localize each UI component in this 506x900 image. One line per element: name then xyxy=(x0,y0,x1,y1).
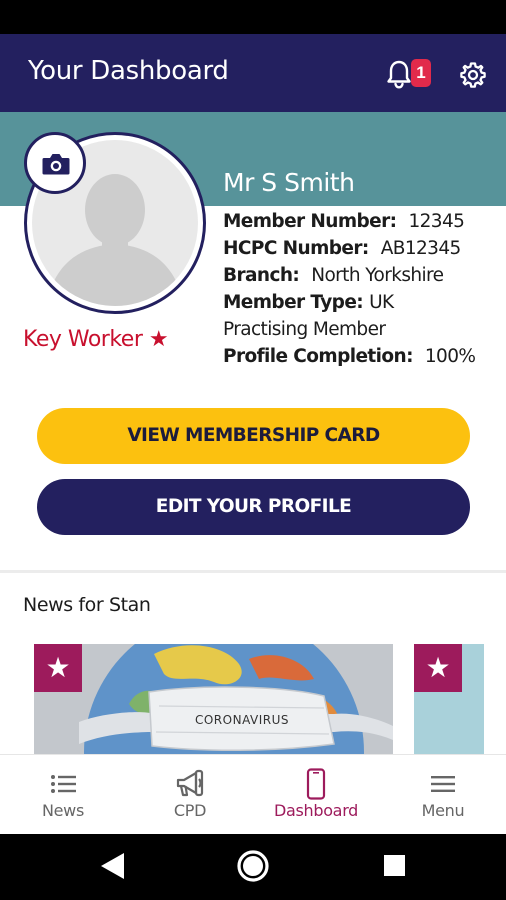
member-details: Member Number: 12345 HCPC Number: AB12345 … xyxy=(223,208,493,370)
key-worker-label: Key Worker ★ xyxy=(23,327,169,352)
nav-dashboard-label: Dashboard xyxy=(273,801,359,820)
notification-badge[interactable]: 1 xyxy=(411,59,431,87)
member-number-label: Member Number: xyxy=(223,211,397,232)
profile-completion-value: 100% xyxy=(424,346,476,367)
phone-icon xyxy=(306,768,326,800)
camera-icon xyxy=(42,154,70,175)
nav-news-label: News xyxy=(41,801,85,820)
view-membership-card-button[interactable]: VIEW MEMBERSHIP CARD xyxy=(37,408,470,464)
profile-completion-label: Profile Completion: xyxy=(223,346,413,367)
news-heading: News for Stan xyxy=(23,594,151,616)
change-photo-button[interactable] xyxy=(24,132,86,194)
page-title: Your Dashboard xyxy=(28,56,229,86)
hamburger-icon xyxy=(431,776,455,792)
member-name: Mr S Smith xyxy=(223,168,355,197)
member-number-row: Member Number: 12345 xyxy=(223,208,493,235)
hcpc-number-value: AB12345 xyxy=(380,238,462,259)
member-number-value: 12345 xyxy=(408,211,465,232)
megaphone-icon xyxy=(176,769,204,797)
star-icon: ★ xyxy=(45,652,71,683)
branch-row: Branch: North Yorkshire xyxy=(223,262,493,289)
news-image-globe-mask: CORONAVIRUS xyxy=(34,644,393,754)
star-icon: ★ xyxy=(425,652,451,683)
news-card[interactable]: CORONAVIRUS ★ xyxy=(34,644,393,754)
favourite-badge[interactable]: ★ xyxy=(414,644,462,692)
status-bar xyxy=(0,0,506,34)
dashboard-content[interactable]: Key Worker ★ Mr S Smith Member Number: 12… xyxy=(0,112,506,754)
member-type-value: UK xyxy=(369,292,394,313)
back-icon[interactable] xyxy=(101,853,124,879)
bottom-nav: News CPD Dashboard Menu xyxy=(0,754,506,834)
system-nav-icons xyxy=(101,850,405,882)
favourite-badge[interactable]: ★ xyxy=(34,644,82,692)
news-card[interactable]: ★ xyxy=(414,644,484,754)
system-nav-bar xyxy=(0,834,506,900)
list-icon xyxy=(51,775,76,793)
section-divider xyxy=(0,570,506,573)
mask-text: CORONAVIRUS xyxy=(195,713,289,727)
nav-cpd[interactable]: CPD xyxy=(127,755,253,835)
app-header: Your Dashboard 1 xyxy=(0,34,506,112)
gear-icon[interactable] xyxy=(459,61,487,89)
branch-label: Branch: xyxy=(223,265,300,286)
nav-menu-label: Menu xyxy=(421,801,465,820)
nav-menu[interactable]: Menu xyxy=(380,755,506,835)
member-type-label: Member Type: xyxy=(223,292,364,313)
hcpc-number-label: HCPC Number: xyxy=(223,238,369,259)
nav-news[interactable]: News xyxy=(0,755,126,835)
branch-value: North Yorkshire xyxy=(311,265,444,286)
profile-completion-row: Profile Completion: 100% xyxy=(223,343,493,370)
hcpc-number-row: HCPC Number: AB12345 xyxy=(223,235,493,262)
nav-cpd-label: CPD xyxy=(173,801,207,820)
bell-icon[interactable] xyxy=(385,59,413,89)
member-type-continued: Practising Member xyxy=(223,319,386,340)
edit-profile-button[interactable]: EDIT YOUR PROFILE xyxy=(37,479,470,535)
member-type-row: Member Type: UK xyxy=(223,289,493,316)
recents-icon[interactable] xyxy=(384,855,405,876)
nav-dashboard[interactable]: Dashboard xyxy=(253,755,379,835)
